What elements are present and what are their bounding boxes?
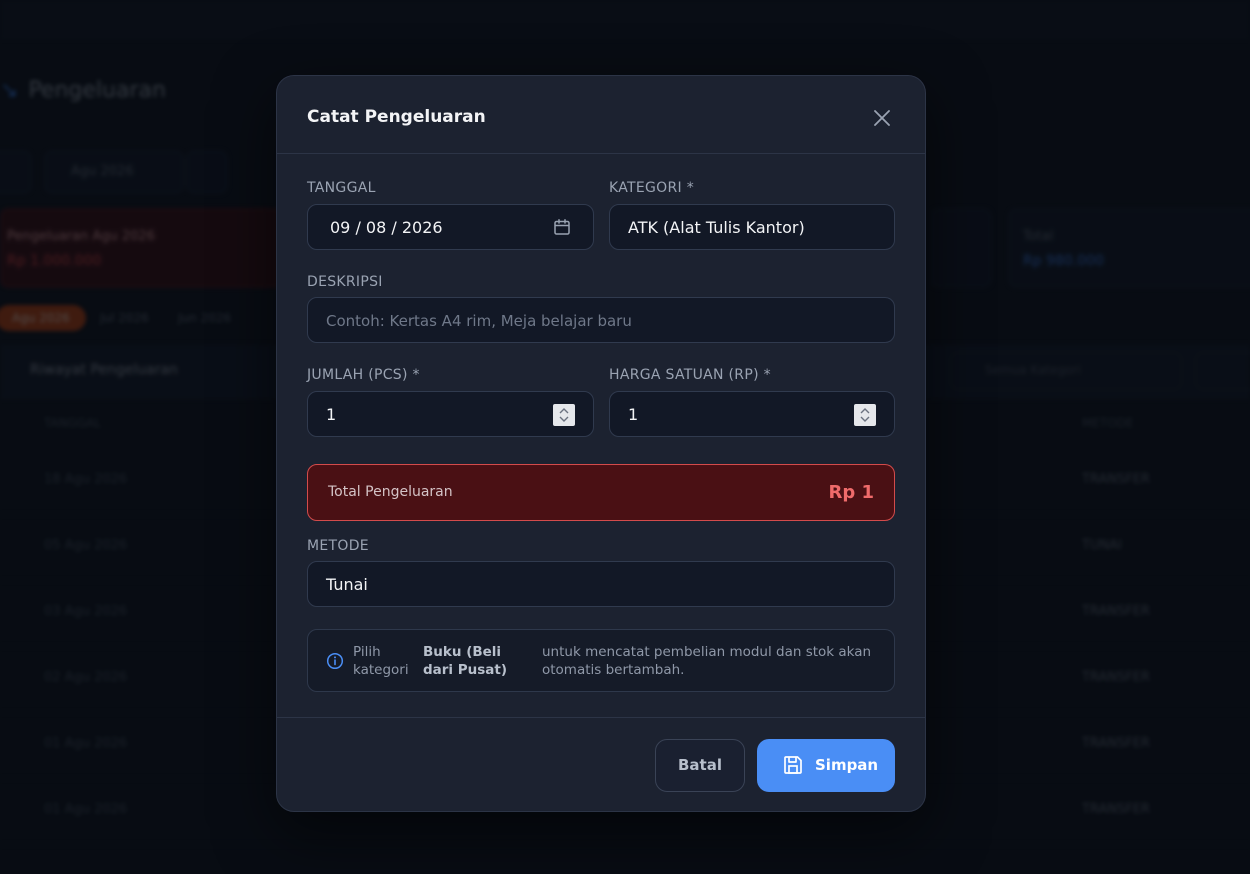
total-value: Rp 1	[828, 482, 874, 503]
total-label: Total Pengeluaran	[328, 484, 453, 500]
jumlah-label: JUMLAH (PCS) *	[307, 367, 420, 383]
modal-header: Catat Pengeluaran	[277, 76, 925, 154]
modal-footer: Batal Simpan	[277, 717, 925, 812]
kategori-select[interactable]: ATK (Alat Tulis Kantor)	[609, 204, 895, 250]
close-icon	[874, 110, 890, 126]
metode-label: METODE	[307, 538, 369, 554]
jumlah-value: 1	[326, 405, 337, 424]
calendar-icon[interactable]	[553, 218, 571, 236]
jumlah-number-input[interactable]: 1	[307, 391, 594, 437]
total-expense-box: Total Pengeluaran Rp 1	[307, 464, 895, 521]
deskripsi-label: DESKRIPSI	[307, 274, 383, 290]
kategori-label: KATEGORI *	[609, 180, 694, 196]
save-icon	[784, 756, 802, 774]
deskripsi-placeholder: Contoh: Kertas A4 rim, Meja belajar baru	[326, 312, 632, 330]
spinner-arrows-icon	[559, 408, 569, 422]
tanggal-value: 09 / 08 / 2026	[330, 218, 443, 237]
harga-value: 1	[628, 405, 639, 424]
info-note: Pilih kategori Buku (Beli dari Pusat) un…	[307, 629, 895, 692]
spinner-arrows-icon	[860, 408, 870, 422]
harga-spinner[interactable]	[854, 404, 876, 426]
kategori-value: ATK (Alat Tulis Kantor)	[628, 218, 805, 237]
tanggal-date-input[interactable]: 09 / 08 / 2026	[307, 204, 594, 250]
modal-title: Catat Pengeluaran	[307, 107, 486, 127]
save-button-label: Simpan	[815, 756, 879, 774]
metode-value: Tunai	[326, 575, 368, 594]
harga-label: HARGA SATUAN (RP) *	[609, 367, 771, 383]
cancel-button[interactable]: Batal	[655, 739, 745, 792]
info-text-suffix: untuk mencatat pembelian modul dan stok …	[542, 644, 872, 678]
close-button[interactable]	[870, 106, 894, 130]
tanggal-label: TANGGAL	[307, 180, 376, 196]
info-text-prefix: Pilih kategori	[353, 644, 409, 678]
metode-select[interactable]: Tunai	[307, 561, 895, 607]
jumlah-spinner[interactable]	[553, 404, 575, 426]
harga-number-input[interactable]: 1	[609, 391, 895, 437]
deskripsi-input[interactable]: Contoh: Kertas A4 rim, Meja belajar baru	[307, 297, 895, 343]
info-icon	[326, 652, 344, 670]
expense-modal: Catat Pengeluaran TANGGAL 09 / 08 / 2026…	[276, 75, 926, 812]
save-button[interactable]: Simpan	[757, 739, 895, 792]
info-text-category: Buku (Beli dari Pusat)	[423, 644, 508, 678]
